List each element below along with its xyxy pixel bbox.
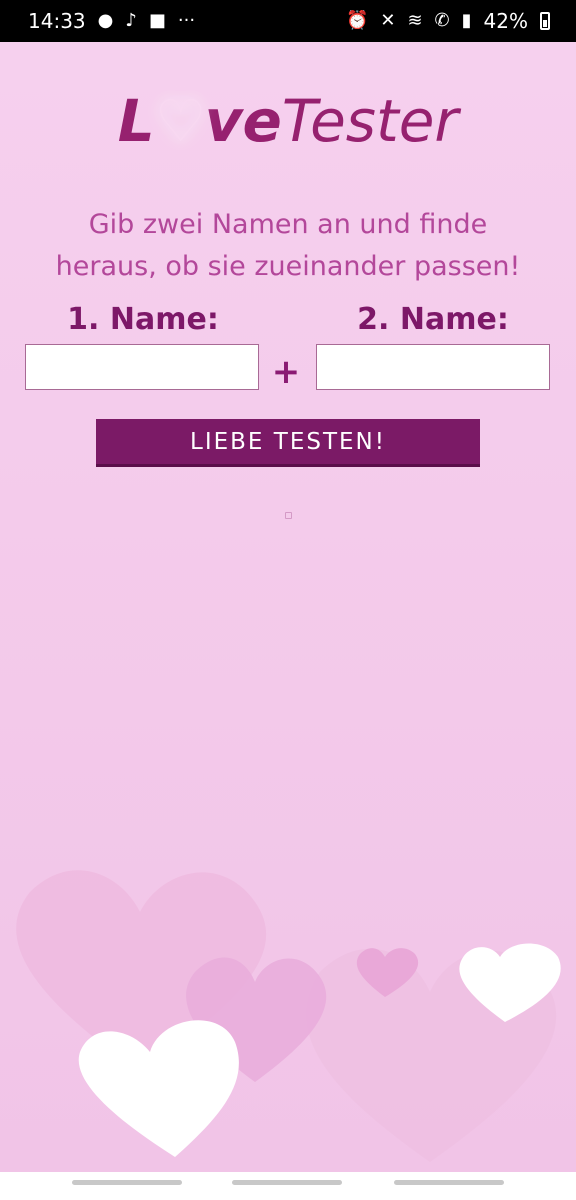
test-love-button[interactable]: LIEBE TESTEN! xyxy=(96,419,480,467)
heart-shape-large-right xyxy=(306,948,557,1162)
heart-shape-small xyxy=(356,948,419,997)
status-bar-left: 14:33 ● ♪ ■ ··· xyxy=(28,9,195,33)
battery-icon xyxy=(540,12,550,30)
heart-shape-white-bottom xyxy=(78,1020,239,1157)
nav-back-handle[interactable] xyxy=(72,1180,182,1185)
nav-home-handle[interactable] xyxy=(232,1180,342,1185)
logo-tester: Tester xyxy=(281,87,459,155)
signal-icon: ▮ xyxy=(461,10,472,31)
logo-heart-icon: ♡ xyxy=(154,87,207,155)
wifi-call-icon: ✆ xyxy=(434,10,450,31)
battery-percent: 42% xyxy=(483,9,528,33)
name1-input[interactable] xyxy=(25,344,259,390)
mute-icon: ✕ xyxy=(380,10,396,31)
logo-love-suffix: ve xyxy=(204,87,282,155)
navigation-bar xyxy=(0,1172,576,1200)
status-bar-right: ⏰ ✕ ≋ ✆ ▮ 42% xyxy=(346,9,550,33)
notification-icon: ● xyxy=(97,10,114,31)
love-tester-page: L♡veTester Gib zwei Namen an und finde h… xyxy=(0,42,576,1172)
loading-indicator xyxy=(285,512,292,519)
heart-shape-white-right xyxy=(459,943,561,1022)
clock: 14:33 xyxy=(28,9,86,33)
wifi-icon: ≋ xyxy=(407,10,423,31)
alarm-icon: ⏰ xyxy=(345,10,369,31)
more-icon: ··· xyxy=(177,10,196,31)
video-icon: ■ xyxy=(148,10,166,31)
heart-shape-mid xyxy=(186,957,327,1082)
status-bar: 14:33 ● ♪ ■ ··· ⏰ ✕ ≋ ✆ ▮ 42% xyxy=(0,0,576,42)
name2-input[interactable] xyxy=(316,344,550,390)
logo-love-prefix: L xyxy=(117,87,155,155)
tiktok-icon: ♪ xyxy=(125,10,137,31)
name2-label: 2. Name: xyxy=(357,302,509,337)
nav-recents-handle[interactable] xyxy=(394,1180,504,1185)
plus-icon: + xyxy=(271,352,301,392)
app-logo: L♡veTester xyxy=(0,87,576,155)
intro-text: Gib zwei Namen an und finde heraus, ob s… xyxy=(55,209,521,282)
name1-label: 1. Name: xyxy=(67,302,219,337)
heart-shape-large-left xyxy=(16,870,267,1072)
